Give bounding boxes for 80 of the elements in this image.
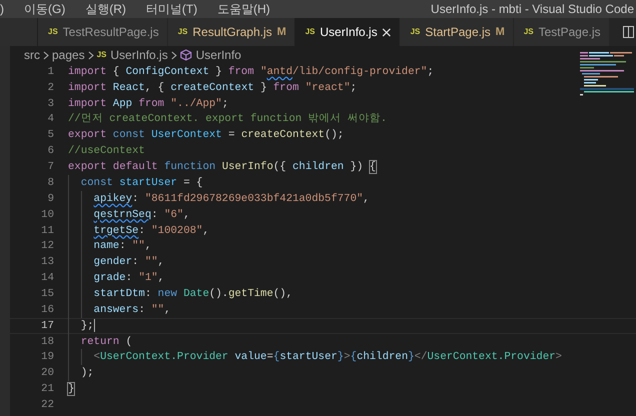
cube-icon: [180, 49, 192, 61]
breadcrumb-item[interactable]: pages: [52, 46, 85, 64]
code-line: //먼저 createContext. export function 밖에서 써야함.: [68, 112, 387, 128]
breadcrumb-item[interactable]: UserInfo: [196, 46, 242, 64]
breadcrumb-item[interactable]: src: [24, 46, 40, 64]
line-number: 1: [46, 64, 54, 80]
line-number: 18: [40, 334, 54, 350]
line-number: 11: [40, 224, 54, 238]
line-number: 6: [46, 144, 54, 160]
tab-label: UserInfo.js: [320, 24, 378, 41]
js-file-icon: JS: [178, 26, 188, 38]
text-cursor: [94, 319, 95, 332]
line-number: 22: [40, 398, 54, 413]
line-number: 19: [40, 350, 54, 366]
line-number: 20: [40, 366, 54, 382]
chevron-right-icon: [170, 50, 177, 60]
code-line: qestrnSeq: "6",: [94, 208, 190, 223]
split-editor-icon[interactable]: [623, 26, 634, 38]
code-line: const startUser = {: [80, 176, 203, 191]
code-line: import App from "../App";: [68, 96, 228, 112]
tab-scroll-area: [0, 18, 38, 46]
line-number: 7: [46, 160, 54, 176]
line-number: 14: [40, 271, 54, 286]
editor-tab[interactable]: JS ResultGraph.js M: [168, 18, 296, 46]
breadcrumb-item[interactable]: UserInfo.js: [110, 46, 168, 64]
line-number: 16: [40, 302, 54, 318]
window-title: UserInfo.js - mbti - Visual Studio Code: [430, 1, 635, 18]
code-line: return (: [80, 334, 132, 350]
editor-tab[interactable]: JS UserInfo.js: [295, 18, 400, 46]
line-number: 9: [46, 192, 54, 207]
modified-label: M: [496, 24, 505, 40]
code-line: export const UserContext = createContext();: [68, 128, 344, 144]
code-line: export default function UserInfo({ children }) {: [68, 160, 376, 176]
line-number: 8: [46, 176, 54, 191]
menu-item[interactable]: 도움말(H): [217, 0, 270, 18]
line-number: 17: [40, 318, 54, 334]
code-line: };: [80, 318, 94, 334]
tab-label: TestResultPage.js: [62, 24, 159, 41]
js-file-icon: JS: [96, 49, 106, 61]
line-number: 3: [46, 96, 54, 112]
code-line: <UserContext.Provider value={startUser}>{children}</UserContext.Provider>: [94, 350, 562, 366]
line-number: 5: [46, 128, 54, 144]
editor-tab[interactable]: JS TestResultPage.js: [38, 18, 168, 46]
code-line: trgetSe: "100208",: [94, 224, 210, 238]
line-number: 15: [40, 286, 54, 302]
line-number: 12: [40, 239, 54, 254]
code-line: startDtm: new Date().getTime(),: [94, 286, 293, 302]
line-number: 4: [46, 112, 54, 128]
line-number: 13: [40, 255, 54, 270]
code-line: import React, { createContext } from "react";: [68, 80, 357, 96]
line-number: 21: [40, 382, 54, 398]
code-line: }: [68, 382, 74, 398]
code-line: name: "",: [94, 239, 152, 254]
code-line: answers: "",: [94, 302, 171, 318]
code-line: import { ConfigContext } from "antd/lib/config-provider";: [68, 64, 434, 80]
menu-item[interactable]: 이동(G): [24, 0, 66, 18]
editor-tab[interactable]: JS TestPage.js: [514, 18, 610, 46]
js-file-icon: JS: [524, 26, 534, 38]
menu-item[interactable]: ): [0, 0, 4, 18]
js-file-icon: JS: [48, 26, 58, 38]
modified-label: M: [277, 24, 286, 40]
line-number: 2: [46, 80, 54, 96]
chevron-right-icon: [88, 50, 94, 60]
tab-label: StartPage.js: [425, 24, 491, 41]
menu-item[interactable]: 터미널(T): [146, 0, 198, 18]
editor-tab[interactable]: JS StartPage.js M: [400, 18, 514, 46]
code-line: );: [80, 366, 94, 382]
tab-label: TestPage.js: [538, 24, 601, 41]
code-line: gender: "",: [94, 255, 164, 270]
code-line: //useContext: [68, 144, 145, 160]
menu-item[interactable]: 실행(R): [85, 0, 126, 18]
js-file-icon: JS: [305, 26, 315, 38]
code-line: grade: "1",: [94, 271, 164, 286]
chevron-right-icon: [43, 50, 49, 60]
tab-label: ResultGraph.js: [192, 24, 272, 41]
line-number: 10: [40, 208, 54, 223]
js-file-icon: JS: [410, 26, 420, 38]
minimap[interactable]: [580, 52, 634, 96]
close-icon[interactable]: [382, 28, 392, 36]
code-line: apikey: "8611fd29678269e033bf421a0db5f770",: [94, 192, 370, 207]
